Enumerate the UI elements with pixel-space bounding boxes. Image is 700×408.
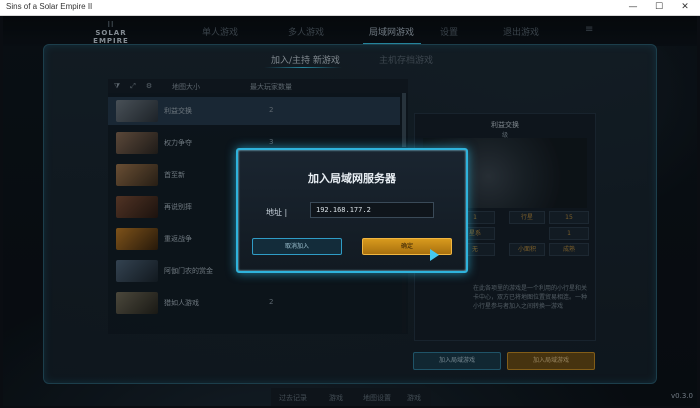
mouse-cursor-icon [430, 249, 439, 261]
window-title: Sins of a Solar Empire II [6, 2, 93, 11]
dialog-title: 加入局域网服务器 [308, 172, 396, 185]
address-input[interactable] [310, 202, 434, 218]
address-label: 地址 | [266, 208, 288, 217]
close-button[interactable]: ✕ [672, 0, 698, 15]
minimize-button[interactable]: — [620, 0, 646, 15]
window-titlebar: Sins of a Solar Empire II — ☐ ✕ [0, 0, 700, 16]
maximize-button[interactable]: ☐ [646, 0, 672, 15]
cancel-join-button[interactable]: 取消加入 [252, 238, 342, 255]
